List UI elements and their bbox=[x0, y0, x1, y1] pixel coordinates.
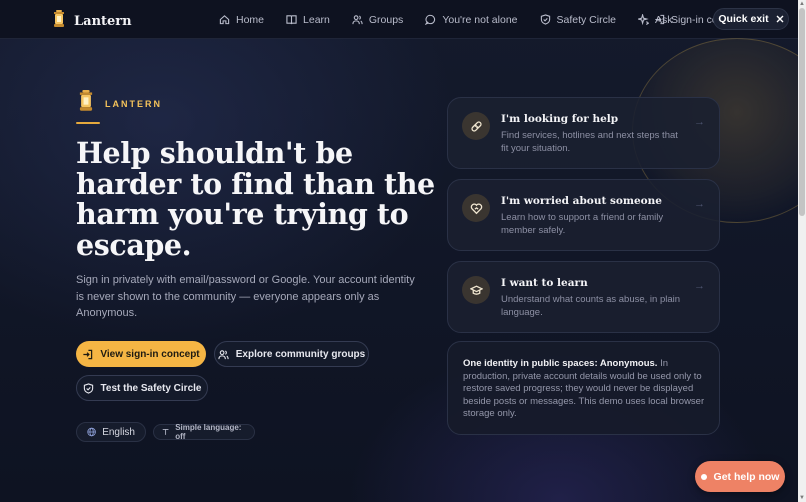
card-title: I'm worried about someone bbox=[501, 195, 662, 207]
card-title: I'm looking for help bbox=[501, 113, 619, 125]
card-description: Learn how to support a friend or family … bbox=[501, 212, 664, 236]
users-icon bbox=[352, 15, 363, 25]
card-want-to-learn[interactable]: I want to learn Understand what counts a… bbox=[447, 261, 720, 333]
text-icon bbox=[162, 429, 169, 435]
view-signin-concept-button[interactable]: View sign-in concept bbox=[76, 341, 206, 367]
card-icon-badge bbox=[462, 194, 490, 222]
nav-safety-circle-label: Safety Circle bbox=[556, 13, 617, 26]
simple-language-toggle[interactable]: Simple language: off bbox=[153, 423, 255, 441]
explore-groups-button[interactable]: Explore community groups bbox=[214, 341, 369, 367]
simple-language-label: Simple language: off bbox=[175, 423, 242, 441]
quick-exit-button[interactable]: Quick exit bbox=[713, 8, 789, 30]
arrow-right-icon: → bbox=[694, 198, 705, 210]
scroll-up-arrow-icon[interactable]: ▲ bbox=[798, 0, 806, 8]
view-signin-concept-label: View sign-in concept bbox=[100, 348, 200, 360]
nav-home-label: Home bbox=[236, 13, 265, 26]
identity-note-heading: One identity in public spaces: Anonymous… bbox=[463, 358, 658, 369]
identity-note-card: One identity in public spaces: Anonymous… bbox=[447, 341, 720, 435]
nav-not-alone[interactable]: You're not alone bbox=[425, 13, 518, 26]
shield-icon bbox=[83, 382, 93, 394]
nav-home[interactable]: Home bbox=[219, 14, 264, 26]
nav-learn-label: Learn bbox=[303, 13, 330, 26]
top-navigation-bar: Lantern Home Learn Groups You're not alo… bbox=[0, 0, 798, 39]
language-label: English bbox=[102, 426, 135, 438]
quick-exit-label: Quick exit bbox=[718, 13, 769, 25]
nav-groups[interactable]: Groups bbox=[352, 14, 403, 26]
nav-not-alone-label: You're not alone bbox=[442, 13, 518, 26]
card-icon-badge bbox=[462, 112, 490, 140]
scrollbar-thumb[interactable] bbox=[799, 8, 805, 216]
brand-name: Lantern bbox=[74, 14, 132, 29]
home-icon bbox=[219, 15, 230, 25]
login-icon bbox=[83, 349, 93, 359]
bandage-icon bbox=[470, 120, 482, 132]
arrow-right-icon: → bbox=[694, 280, 705, 292]
brand[interactable]: Lantern bbox=[52, 10, 132, 33]
card-icon-badge bbox=[462, 276, 490, 304]
lantern-logo-icon bbox=[77, 90, 95, 117]
login-icon bbox=[655, 14, 665, 25]
hero-eyebrow: LANTERN bbox=[77, 90, 162, 117]
nav-learn[interactable]: Learn bbox=[286, 14, 330, 26]
card-title: I want to learn bbox=[501, 277, 588, 289]
book-icon bbox=[286, 15, 297, 25]
accent-divider bbox=[76, 122, 100, 124]
get-help-now-label: Get help now bbox=[713, 470, 780, 483]
test-safety-circle-button[interactable]: Test the Safety Circle bbox=[76, 375, 208, 401]
chat-icon bbox=[425, 14, 436, 25]
heart-icon bbox=[470, 202, 482, 214]
main-nav: Home Learn Groups You're not alone Safet… bbox=[219, 0, 695, 39]
page: Lantern Home Learn Groups You're not alo… bbox=[0, 0, 798, 502]
nav-signin[interactable]: Sign-in co bbox=[654, 0, 714, 39]
card-worried-about-someone[interactable]: I'm worried about someone Learn how to s… bbox=[447, 179, 720, 251]
get-help-now-button[interactable]: Get help now bbox=[695, 461, 785, 492]
lantern-logo-icon bbox=[52, 10, 66, 33]
card-looking-for-help[interactable]: I'm looking for help Find services, hotl… bbox=[447, 97, 720, 169]
close-icon bbox=[776, 15, 784, 23]
nav-groups-label: Groups bbox=[368, 13, 404, 26]
shield-icon bbox=[540, 14, 550, 25]
identity-note: One identity in public spaces: Anonymous… bbox=[463, 358, 708, 421]
card-description: Find services, hotlines and next steps t… bbox=[501, 130, 678, 154]
card-description: Understand what counts as abuse, in plai… bbox=[501, 294, 681, 318]
nav-signin-label: Sign-in co bbox=[671, 13, 714, 26]
eyebrow-text: LANTERN bbox=[105, 98, 162, 109]
sparkle-icon bbox=[638, 14, 650, 25]
language-selector[interactable]: English bbox=[76, 422, 146, 442]
test-safety-circle-label: Test the Safety Circle bbox=[100, 382, 202, 394]
vertical-scrollbar[interactable]: ▲ ▼ bbox=[798, 0, 806, 502]
graduation-cap-icon bbox=[469, 284, 483, 295]
hero-subtitle: Sign in privately with email/password or… bbox=[76, 274, 415, 319]
hero-title: Help shouldn't be harder to find than th… bbox=[76, 136, 435, 262]
explore-groups-label: Explore community groups bbox=[235, 348, 366, 360]
globe-icon bbox=[87, 427, 96, 437]
status-dot-icon bbox=[700, 473, 707, 480]
users-icon bbox=[218, 349, 229, 359]
nav-safety-circle[interactable]: Safety Circle bbox=[540, 13, 617, 26]
scroll-down-arrow-icon[interactable]: ▼ bbox=[798, 494, 806, 502]
arrow-right-icon: → bbox=[694, 116, 705, 128]
